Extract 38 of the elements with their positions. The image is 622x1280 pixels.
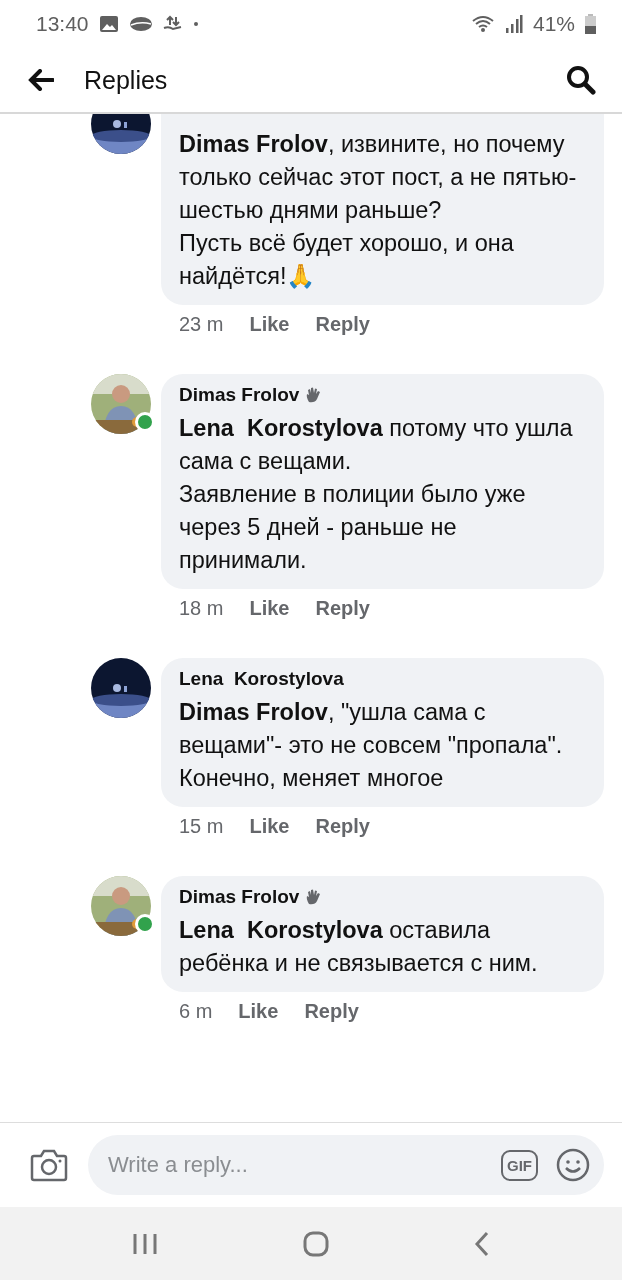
- planet-icon: [128, 15, 153, 33]
- comment-text: Lena Korostylova оставила ребёнка и не связывается с ним.: [179, 916, 539, 978]
- comment-text: Lena Korostylova потому что ушла сама с вещами. Заявление в полиции было уже через 5 дней - раньше не принимали.: [179, 414, 574, 575]
- transfer-icon: [162, 15, 183, 33]
- status-time: 13:40: [36, 12, 89, 36]
- comment-time: 15 m: [179, 815, 224, 838]
- dot-icon: [192, 21, 199, 27]
- home-icon[interactable]: [303, 1230, 329, 1257]
- like-link[interactable]: Like: [249, 313, 290, 336]
- back-arrow-icon[interactable]: [28, 69, 54, 91]
- like-link[interactable]: Like: [249, 597, 290, 620]
- reply-field[interactable]: Write a reply... GIF: [88, 1135, 604, 1195]
- reply-link[interactable]: Reply: [304, 1000, 359, 1023]
- comment-author[interactable]: Dimas Frolov: [179, 384, 300, 406]
- comment-time: 18 m: [179, 597, 224, 620]
- comment-text: Dimas Frolov, "ушла сама с вещами"- это не совсем "пропала". Конечно, меняет многое: [179, 698, 564, 793]
- back-icon[interactable]: [473, 1230, 490, 1257]
- gif-button[interactable]: GIF: [501, 1149, 538, 1181]
- search-icon[interactable]: [566, 65, 596, 95]
- reply-link[interactable]: Reply: [315, 313, 370, 336]
- comment-author[interactable]: Lena Korostylova: [179, 668, 344, 690]
- reply-link[interactable]: Reply: [315, 815, 370, 838]
- comment-text: Dimas Frolov, извините, но почему только сейчас этот пост, а не пятью-шестью днями раньше? Пусть всё будет хорошо, и она найдётся!🙏: [179, 130, 578, 291]
- smiley-icon[interactable]: [556, 1148, 590, 1182]
- battery-percent: 41%: [532, 12, 575, 36]
- recent-apps-icon[interactable]: [132, 1231, 159, 1256]
- wifi-icon: [470, 14, 495, 34]
- camera-icon[interactable]: [30, 1148, 68, 1182]
- comment-time: 23 m: [179, 313, 224, 336]
- signal-icon: [504, 14, 523, 34]
- comment-time: 6 m: [179, 1000, 213, 1023]
- battery-icon: [585, 14, 596, 34]
- like-link[interactable]: Like: [238, 1000, 279, 1023]
- page-title: Replies: [84, 65, 169, 95]
- image-icon: [98, 15, 119, 33]
- comment-author[interactable]: Dimas Frolov: [179, 886, 300, 908]
- reply-link[interactable]: Reply: [315, 597, 370, 620]
- like-link[interactable]: Like: [249, 815, 290, 838]
